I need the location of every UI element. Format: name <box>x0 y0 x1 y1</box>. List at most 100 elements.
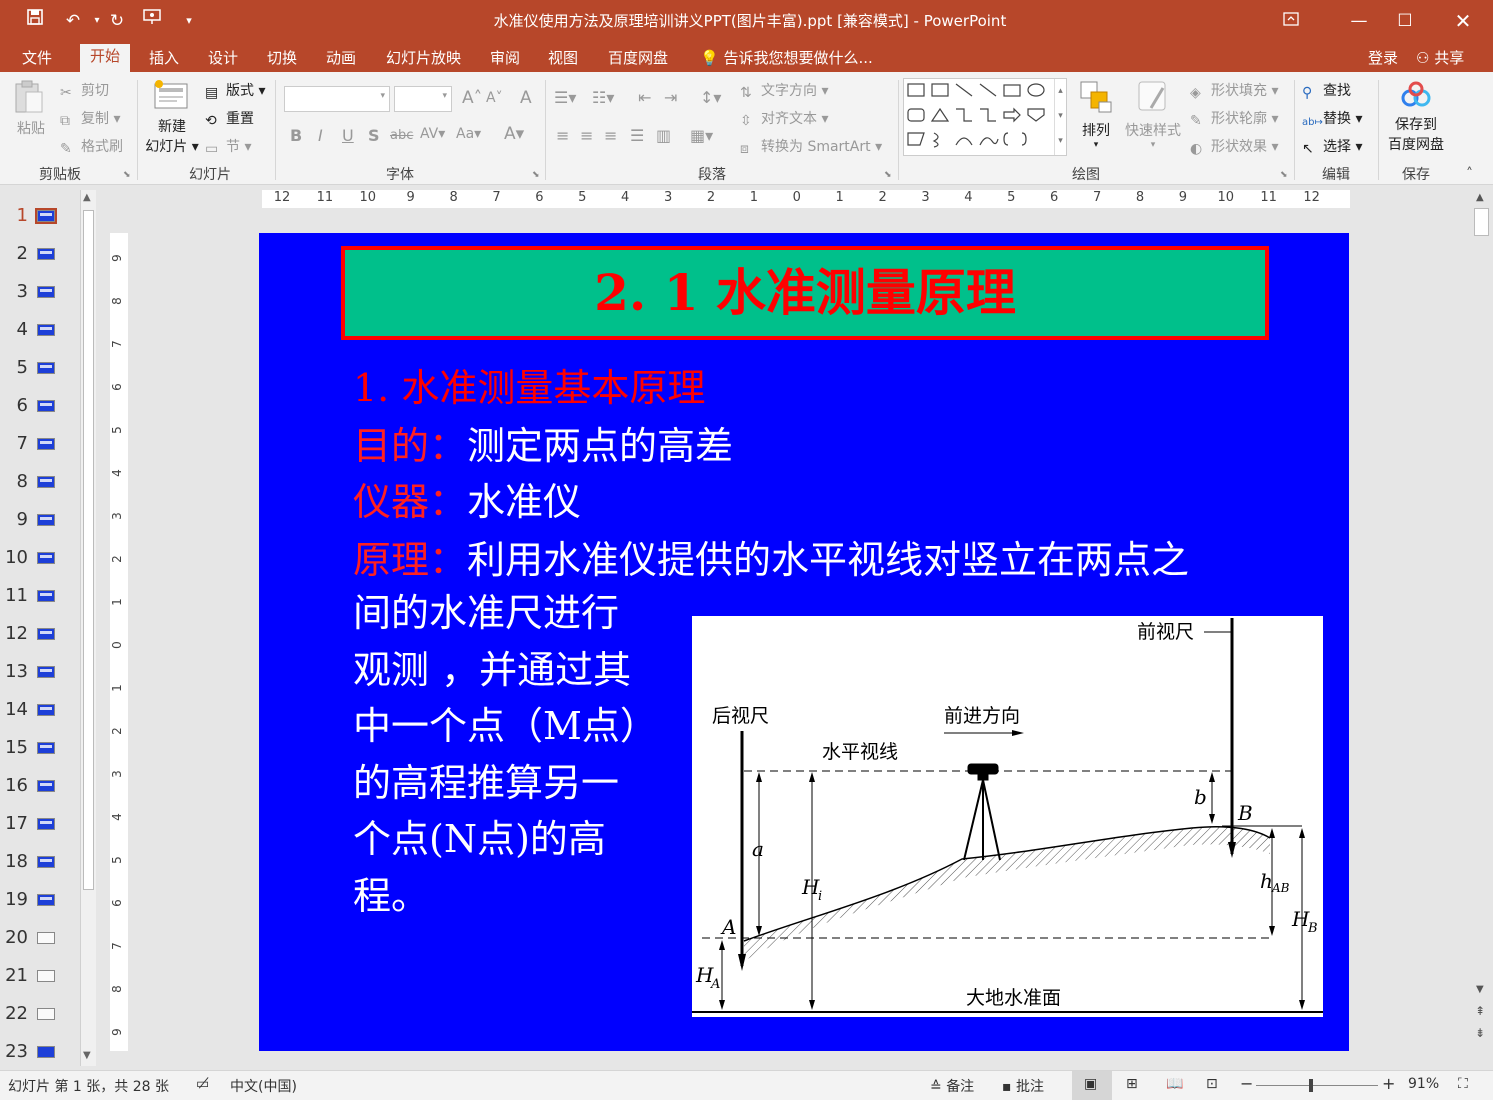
slideshow-view-icon[interactable]: ⊡ <box>1206 1076 1218 1092</box>
thumbnail-number[interactable]: 5 <box>4 357 28 378</box>
thumbnail-number[interactable]: 4 <box>4 319 28 340</box>
quick-styles-button[interactable]: 快速样式 ▾ <box>1122 78 1184 150</box>
zoom-slider-thumb[interactable] <box>1308 1079 1313 1092</box>
find-button[interactable]: ⚲ 查找 <box>1302 80 1351 101</box>
columns-button[interactable]: ▦▾ <box>690 126 713 145</box>
strikethrough-button[interactable]: abc <box>390 128 413 143</box>
tab-home[interactable]: 开始 <box>80 44 131 72</box>
copy-button[interactable]: ⧉ 复制 ▾ <box>60 108 120 129</box>
slide-thumbnail[interactable] <box>37 894 55 906</box>
font-name-combo[interactable]: ▾ <box>284 86 390 112</box>
tab-transitions[interactable]: 切换 <box>257 46 307 72</box>
bullets-button[interactable]: ☰▾ <box>554 88 576 107</box>
clear-formatting-button[interactable]: A <box>520 88 532 108</box>
thumbnail-number[interactable]: 10 <box>4 547 28 568</box>
replace-button[interactable]: ab↦替换 ▾ <box>1302 108 1362 133</box>
change-case-button[interactable]: Aa▾ <box>456 126 481 142</box>
slide-thumbnail[interactable] <box>37 438 55 450</box>
thumbnail-number[interactable]: 2 <box>4 243 28 264</box>
slide-thumbnail[interactable] <box>37 248 55 260</box>
text-shadow-button[interactable]: S <box>368 126 380 145</box>
language-indicator[interactable]: 中文(中国) <box>230 1076 297 1096</box>
maximize-icon[interactable]: ☐ <box>1382 6 1428 36</box>
sign-in-link[interactable]: 登录 <box>1358 46 1408 72</box>
slide-thumbnail[interactable] <box>37 552 55 564</box>
tab-file[interactable]: 文件 <box>12 46 62 72</box>
normal-view-button[interactable]: ▣ <box>1072 1071 1112 1100</box>
tab-baidu-netdisk[interactable]: 百度网盘 <box>598 46 678 72</box>
slide-thumbnail[interactable] <box>37 362 55 374</box>
tab-insert[interactable]: 插入 <box>139 46 189 72</box>
thumbnail-number[interactable]: 11 <box>4 585 28 606</box>
slide-thumbnail[interactable] <box>37 514 55 526</box>
shape-effects-button[interactable]: ◐ 形状效果 ▾ <box>1190 136 1278 157</box>
thumbnail-number[interactable]: 3 <box>4 281 28 302</box>
slide-thumbnail[interactable] <box>37 704 55 716</box>
tab-review[interactable]: 审阅 <box>480 46 530 72</box>
slide-thumbnail[interactable] <box>37 1046 55 1058</box>
slide-thumbnail[interactable] <box>37 856 55 868</box>
reading-view-icon[interactable]: 📖 <box>1166 1076 1183 1092</box>
underline-button[interactable]: U <box>342 126 354 145</box>
thumbnail-number[interactable]: 23 <box>4 1041 28 1062</box>
justify-button[interactable]: ☰ <box>630 126 644 145</box>
dialog-launcher-icon[interactable]: ⬊ <box>123 170 131 180</box>
tab-design[interactable]: 设计 <box>198 46 248 72</box>
slide-thumbnail[interactable] <box>37 286 55 298</box>
text-direction-button[interactable]: ⇅ 文字方向 ▾ <box>740 80 828 101</box>
thumbnail-number[interactable]: 14 <box>4 699 28 720</box>
shapes-gallery[interactable]: ▴ ▾ ▾ <box>903 78 1067 156</box>
layout-button[interactable]: ▤ 版式 ▾ <box>205 80 265 101</box>
slide-canvas[interactable]: 2. 1 水准测量原理 1. 水准测量基本原理 目的：测定两点的高差 仪器：水准… <box>259 233 1349 1051</box>
thumbnail-number[interactable]: 19 <box>4 889 28 910</box>
next-slide-icon[interactable]: ⇟ <box>1475 1026 1485 1040</box>
slide-thumbnail[interactable] <box>37 666 55 678</box>
scroll-up-icon[interactable]: ▲ <box>83 192 91 203</box>
thumb-scrollbar[interactable]: ▲ ▼ <box>80 190 96 1066</box>
align-right-button[interactable]: ≡ <box>604 126 617 145</box>
slide-thumbnail[interactable] <box>37 1008 55 1020</box>
start-presentation-icon[interactable] <box>140 8 166 34</box>
thumbnail-number[interactable]: 6 <box>4 395 28 416</box>
thumbnail-number[interactable]: 17 <box>4 813 28 834</box>
thumbnail-number[interactable]: 21 <box>4 965 28 986</box>
section-button[interactable]: ▭ 节 ▾ <box>205 136 251 157</box>
slide-thumbnail[interactable] <box>37 742 55 754</box>
paste-button[interactable]: 粘贴 <box>12 78 50 138</box>
bold-button[interactable]: B <box>290 126 302 145</box>
slide-thumbnail[interactable] <box>35 208 57 224</box>
ribbon-display-options-icon[interactable] <box>1268 6 1314 36</box>
gallery-scroll[interactable]: ▴ ▾ ▾ <box>1054 79 1066 155</box>
redo-icon[interactable]: ↻ <box>104 8 130 34</box>
thumbnail-number[interactable]: 1 <box>4 205 28 226</box>
thumbnail-number[interactable]: 8 <box>4 471 28 492</box>
dialog-launcher-icon[interactable]: ⬊ <box>532 170 540 180</box>
dialog-launcher-icon[interactable]: ⬊ <box>884 170 892 180</box>
slide-thumbnail[interactable] <box>37 970 55 982</box>
leveling-diagram[interactable]: 前视尺 后视尺 前进方向 水平视线 a b A B H i h AB H B H… <box>692 616 1323 1017</box>
undo-icon[interactable]: ↶ <box>60 8 86 34</box>
distributed-button[interactable]: ▥ <box>656 126 671 145</box>
tab-animations[interactable]: 动画 <box>316 46 366 72</box>
select-button[interactable]: ↖ 选择 ▾ <box>1302 136 1362 157</box>
numbering-button[interactable]: ☷▾ <box>592 88 614 107</box>
slide-thumbnail[interactable] <box>37 628 55 640</box>
slide-sorter-icon[interactable]: ⊞ <box>1126 1076 1138 1092</box>
slide-thumbnail[interactable] <box>37 818 55 830</box>
dialog-launcher-icon[interactable]: ⬊ <box>1280 170 1288 180</box>
increase-indent-button[interactable]: ⇥ <box>664 88 677 107</box>
thumbnail-number[interactable]: 18 <box>4 851 28 872</box>
save-to-baidu-button[interactable]: 保存到 百度网盘 <box>1382 80 1450 154</box>
scroll-up-icon[interactable]: ▲ <box>1476 192 1484 203</box>
shape-fill-button[interactable]: ◈ 形状填充 ▾ <box>1190 80 1278 101</box>
align-text-button[interactable]: ⇳ 对齐文本 ▾ <box>740 108 828 129</box>
thumbnail-number[interactable]: 16 <box>4 775 28 796</box>
zoom-level[interactable]: 91% <box>1408 1076 1439 1092</box>
thumbnail-number[interactable]: 9 <box>4 509 28 530</box>
thumbnail-number[interactable]: 13 <box>4 661 28 682</box>
scroll-thumb[interactable] <box>1474 208 1489 236</box>
spell-check-icon[interactable]: ▭̸ <box>196 1076 209 1092</box>
comments-button[interactable]: ▪ 批注 <box>1002 1076 1044 1096</box>
notes-button[interactable]: ≙ 备注 <box>930 1076 974 1096</box>
thumbnail-number[interactable]: 15 <box>4 737 28 758</box>
